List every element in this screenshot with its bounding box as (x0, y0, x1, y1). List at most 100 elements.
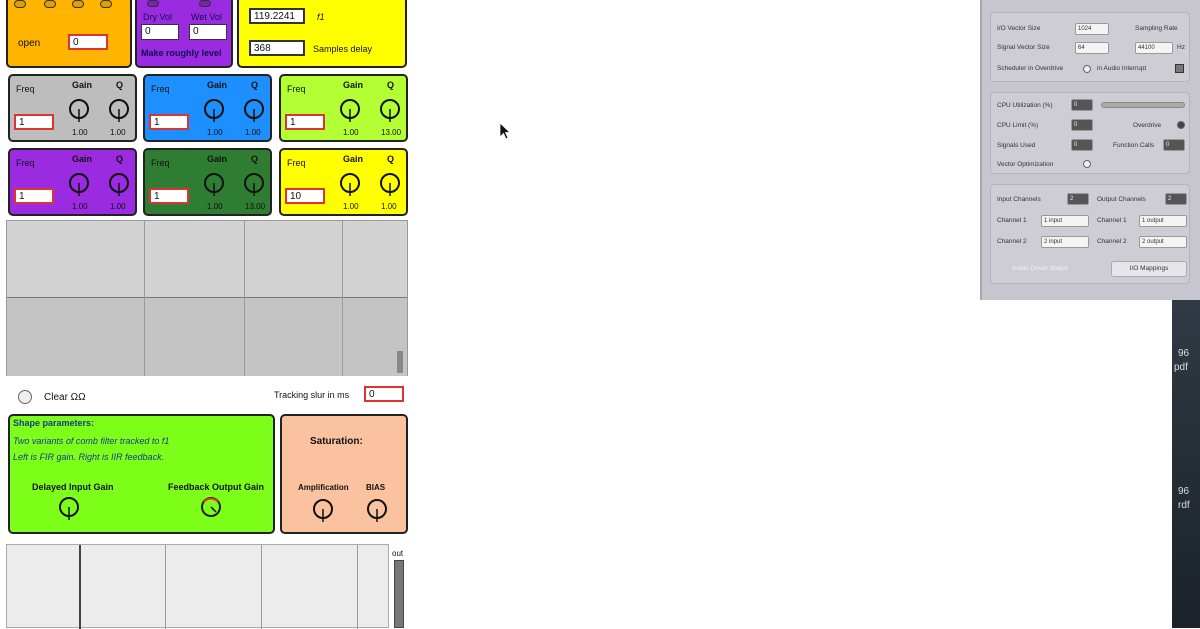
gain-knob[interactable] (68, 170, 90, 200)
scope-gridline (342, 221, 343, 376)
freq-label: Freq (151, 158, 170, 168)
delayed-gain-knob[interactable] (58, 494, 80, 524)
small-button[interactable] (14, 0, 26, 8)
feedback-gain-knob[interactable] (200, 494, 222, 524)
q-value: 1.00 (245, 128, 261, 137)
scope-gridline (244, 221, 245, 376)
cpu-util-value: 0 (1074, 102, 1078, 108)
small-button[interactable] (199, 0, 211, 7)
output-channels-field[interactable]: 2 (1165, 193, 1187, 205)
q-value: 13.00 (381, 128, 402, 137)
shape-line1: Two variants of comb filter tracked to f… (13, 436, 170, 446)
open-label[interactable]: open (18, 38, 40, 49)
gain-knob[interactable] (339, 170, 361, 200)
channel2-in-select[interactable]: 2 input (1041, 236, 1089, 248)
q-knob[interactable] (379, 96, 401, 126)
scheduler-label: Scheduler in Overdrive (997, 65, 1064, 72)
q-knob[interactable] (108, 96, 130, 126)
io-mappings-button[interactable]: I/O Mappings (1111, 261, 1187, 277)
vector-opt-toggle[interactable] (1083, 160, 1091, 168)
samples-number[interactable]: 368 (249, 40, 305, 56)
saturation-panel: Saturation: Amplification BIAS (280, 414, 408, 534)
gain-value: 1.00 (207, 202, 223, 211)
sampling-select[interactable]: 44100 (1135, 42, 1173, 54)
clear-toggle[interactable] (18, 390, 32, 404)
vector-opt-label: Vector Optimization (997, 161, 1054, 168)
tracking-value: 0 (369, 389, 375, 400)
bias-knob[interactable] (366, 496, 388, 526)
q-value: 1.00 (381, 202, 397, 211)
signal-scope-lower (6, 544, 389, 629)
filter-panel: Freq Gain Q 1 1.00 13.00 (279, 74, 408, 142)
signal-vector-select[interactable]: 64 (1075, 42, 1109, 54)
signals-used-label: Signals Used (997, 142, 1036, 149)
filter-panel: Freq Gain Q 10 1.00 1.00 (279, 148, 408, 216)
io-vector-label: I/O Vector Size (997, 25, 1041, 32)
small-button[interactable] (44, 0, 56, 8)
small-button[interactable] (147, 0, 159, 7)
shape-line2: Left is FIR gain. Right is IIR feedback. (13, 452, 165, 462)
dsp-cpu-section: CPU Utilization (%) 0 CPU Limit (%) 0 Ov… (990, 92, 1190, 174)
amplification-knob[interactable] (312, 496, 334, 526)
q-value: 13.00 (245, 202, 266, 211)
gain-knob[interactable] (339, 96, 361, 126)
cpu-limit-field[interactable]: 0 (1071, 119, 1093, 131)
channel1-in-label: Channel 1 (997, 217, 1027, 224)
freq-number[interactable]: 1 (149, 188, 189, 204)
small-button[interactable] (72, 0, 84, 8)
gain-value: 1.00 (72, 202, 88, 211)
freq-number[interactable]: 1 (149, 114, 189, 130)
gain-label: Gain (72, 154, 93, 164)
signal-vector-label: Signal Vector Size (997, 44, 1050, 51)
wet-number[interactable]: 0 (189, 24, 227, 40)
pitch-panel: 119.2241 f1 368 Samples delay (237, 0, 407, 68)
q-knob[interactable] (243, 96, 265, 126)
gain-value: 1.00 (343, 128, 359, 137)
wet-value: 0 (193, 26, 199, 37)
pitch-number[interactable]: 119.2241 (249, 8, 305, 24)
freq-value: 10 (290, 191, 302, 202)
freq-number[interactable]: 1 (14, 114, 54, 130)
channel2-in-value: 2 input (1044, 239, 1063, 245)
scheduler-toggle[interactable] (1083, 65, 1091, 73)
gain-knob[interactable] (203, 96, 225, 126)
small-button[interactable] (100, 0, 112, 8)
pitch-value: 119.2241 (254, 11, 295, 22)
io-vector-select[interactable]: 1024 (1075, 23, 1109, 35)
freq-number[interactable]: 10 (285, 188, 325, 204)
dsp-io-section: Input Channels 2 Output Channels 2 Chann… (990, 184, 1190, 284)
q-label: Q (116, 80, 124, 90)
desktop-text-a: 96 (1178, 348, 1190, 359)
open-value: 0 (73, 37, 79, 48)
input-channels-field[interactable]: 2 (1067, 193, 1089, 205)
desktop-text-c: 96 (1178, 486, 1190, 497)
channel2-out-select[interactable]: 2 output (1139, 236, 1187, 248)
q-knob[interactable] (379, 170, 401, 200)
dsp-vector-section: I/O Vector Size 1024 Sampling Rate Signa… (990, 12, 1190, 82)
q-knob[interactable] (108, 170, 130, 200)
output-channels-value: 2 (1168, 196, 1172, 202)
dry-value: 0 (145, 26, 151, 37)
vol-buttons (147, 0, 227, 8)
freq-number[interactable]: 1 (285, 114, 325, 130)
function-calls-value: 0 (1166, 142, 1170, 148)
gain-knob[interactable] (68, 96, 90, 126)
cpu-util-label: CPU Utilization (%) (997, 102, 1053, 109)
function-calls-field: 0 (1163, 139, 1185, 151)
tracking-label: Tracking slur in ms (274, 390, 350, 400)
signal-scope-upper (6, 220, 408, 376)
gain-knob[interactable] (203, 170, 225, 200)
wet-label: Wet Vol (191, 12, 222, 22)
tracking-number[interactable]: 0 (364, 386, 404, 402)
overdrive-toggle[interactable] (1177, 121, 1185, 129)
in-audio-checkbox[interactable] (1175, 64, 1184, 73)
channel1-out-select[interactable]: 1 output (1139, 215, 1187, 227)
freq-number[interactable]: 1 (14, 188, 54, 204)
channel1-in-select[interactable]: 1 input (1041, 215, 1089, 227)
open-number[interactable]: 0 (68, 34, 108, 50)
q-knob[interactable] (243, 170, 265, 200)
signals-used-value: 0 (1074, 142, 1078, 148)
feedback-label: Feedback Output Gain (168, 482, 265, 492)
dry-number[interactable]: 0 (141, 24, 179, 40)
audio-driver-status-button[interactable]: Audio Driver Status (999, 261, 1081, 277)
